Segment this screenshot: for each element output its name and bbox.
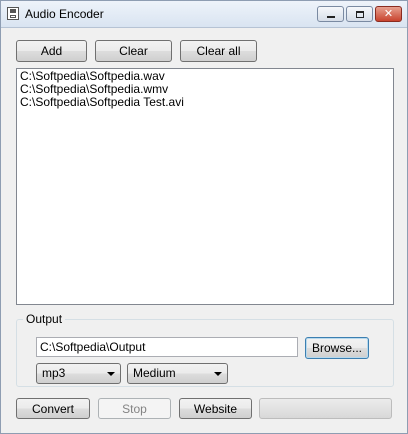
stop-button[interactable]: Stop (98, 398, 171, 419)
window-title: Audio Encoder (25, 7, 104, 21)
format-select-value: mp3 (42, 366, 66, 380)
floppy-disk-icon (7, 7, 19, 20)
app-window: Audio Encoder ✕ Add Clear Clear all C:\S… (0, 0, 408, 434)
website-button[interactable]: Website (179, 398, 252, 419)
add-button[interactable]: Add (16, 40, 87, 62)
minimize-button[interactable] (317, 6, 344, 22)
maximize-icon (355, 10, 364, 18)
quality-select-value: Medium (133, 366, 176, 380)
maximize-button[interactable] (346, 6, 373, 22)
format-select[interactable]: mp3 (36, 363, 121, 384)
minimize-icon (326, 16, 335, 18)
clear-button[interactable]: Clear (95, 40, 172, 62)
quality-select[interactable]: Medium (127, 363, 228, 384)
progress-bar (259, 398, 392, 419)
clear-all-button[interactable]: Clear all (180, 40, 257, 62)
convert-button[interactable]: Convert (16, 398, 90, 419)
file-list[interactable]: C:\Softpedia\Softpedia.wav C:\Softpedia\… (16, 68, 394, 305)
close-button[interactable]: ✕ (375, 6, 402, 22)
title-bar[interactable]: Audio Encoder ✕ (1, 1, 407, 28)
browse-button[interactable]: Browse... (305, 337, 369, 359)
chevron-down-icon (107, 372, 115, 376)
output-group-label: Output (23, 312, 66, 326)
list-item[interactable]: C:\Softpedia\Softpedia Test.avi (20, 96, 390, 109)
close-icon: ✕ (383, 7, 394, 20)
chevron-down-icon (214, 372, 222, 376)
output-path-input[interactable] (36, 337, 298, 357)
